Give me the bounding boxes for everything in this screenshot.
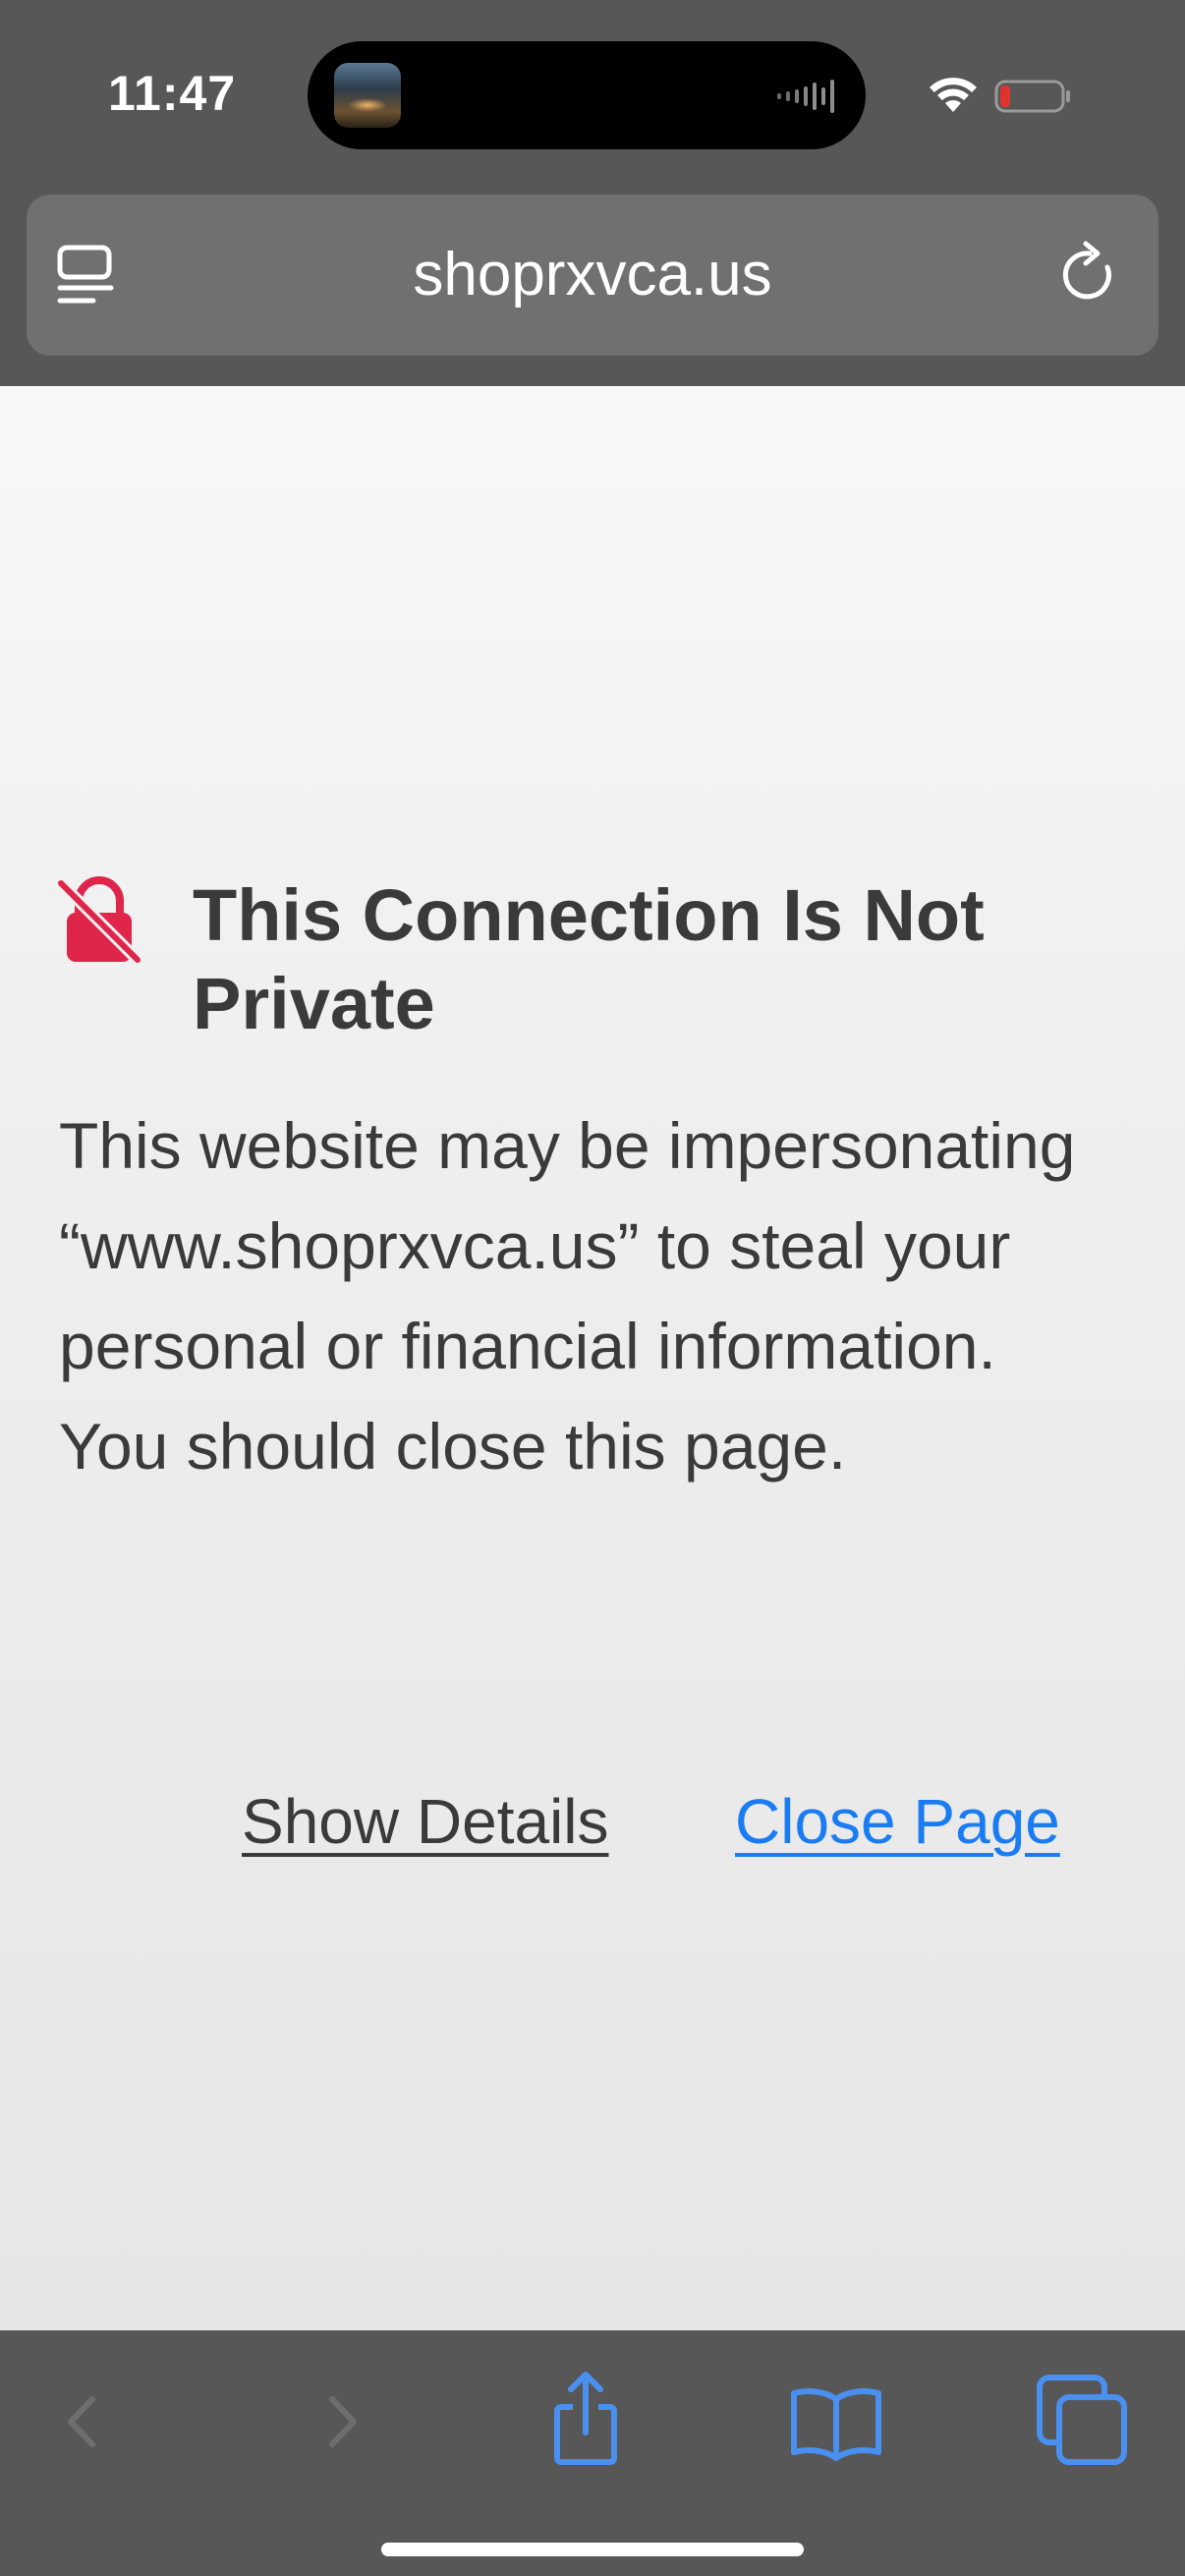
forward-button[interactable] (287, 2366, 395, 2474)
tabs-icon (1037, 2375, 1127, 2465)
now-playing-artwork (334, 63, 401, 128)
safari-screen: 11:47 shoprxvca.us This Connection Is No… (0, 0, 1185, 2576)
address-bar[interactable]: shoprxvca.us (27, 195, 1158, 356)
show-details-link[interactable]: Show Details (242, 1785, 609, 1858)
bookmarks-icon (791, 2388, 881, 2461)
forward-icon (329, 2396, 357, 2447)
status-time: 11:47 (108, 66, 237, 121)
audio-waveform-icon (777, 80, 834, 113)
close-page-link[interactable]: Close Page (735, 1785, 1060, 1858)
warning-message: This website may be impersonating “www.s… (59, 1109, 1076, 1483)
dynamic-island[interactable] (308, 41, 866, 149)
battery-icon (994, 80, 1070, 113)
back-button[interactable] (29, 2366, 138, 2474)
wifi-icon (930, 78, 977, 112)
status-bar: 11:47 (0, 0, 1185, 187)
page-menu-icon[interactable] (54, 242, 117, 308)
warning-title: This Connection Is Not Private (193, 874, 985, 1044)
share-button[interactable] (532, 2366, 640, 2474)
bookmarks-button[interactable] (782, 2366, 890, 2474)
back-icon (68, 2396, 95, 2447)
broken-lock-icon (57, 876, 141, 964)
reload-icon[interactable] (1056, 240, 1123, 310)
page-content: This Connection Is Not Private This webs… (0, 386, 1185, 2330)
share-icon (554, 2372, 617, 2465)
bottom-toolbar (0, 2330, 1185, 2576)
tabs-button[interactable] (1032, 2366, 1140, 2474)
url-text[interactable]: shoprxvca.us (154, 240, 1031, 310)
home-indicator[interactable] (381, 2543, 804, 2556)
